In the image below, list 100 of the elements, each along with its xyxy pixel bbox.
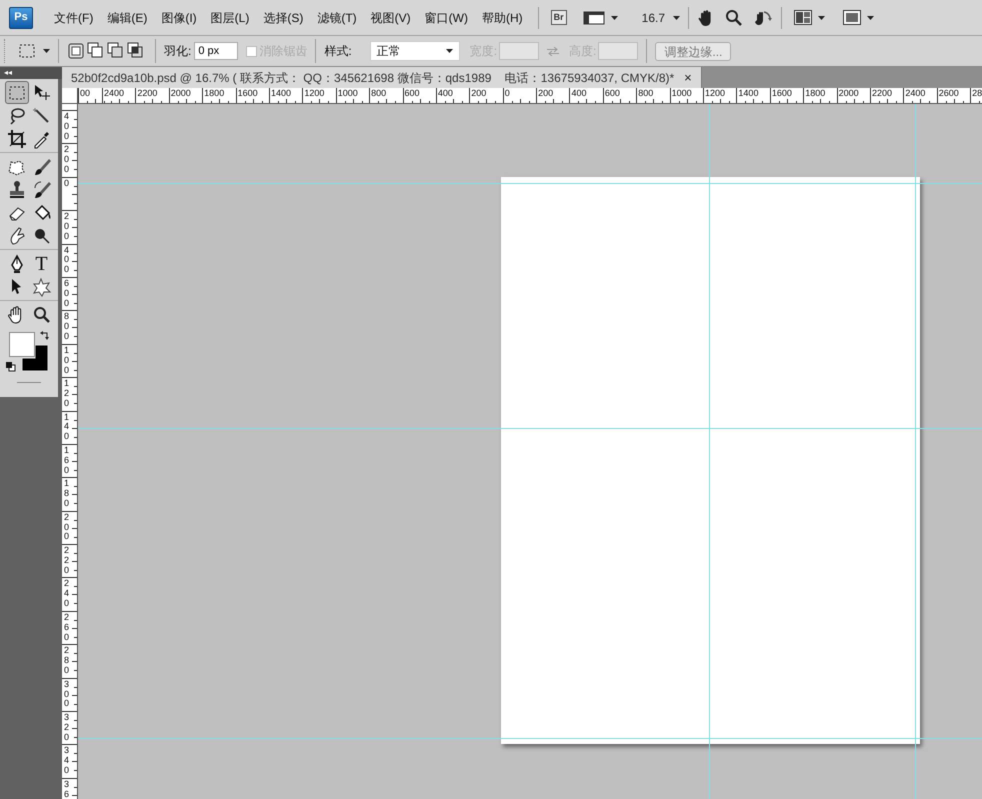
ruler-label: 0 — [64, 178, 70, 189]
caret-icon — [446, 49, 453, 53]
bridge-button[interactable]: Br — [550, 10, 567, 25]
ruler-label: 400 — [64, 246, 70, 276]
ruler-label: 0 — [504, 88, 510, 98]
background-color-swatch[interactable] — [22, 345, 48, 371]
marquee-tool[interactable] — [5, 81, 29, 104]
menu-item[interactable]: 视图(V) — [364, 6, 418, 28]
ruler-label: 140 — [64, 412, 70, 442]
ruler-label: 2400 — [104, 88, 124, 98]
caret-icon — [818, 16, 826, 20]
collapse-panel-button[interactable]: ◂◂ — [4, 69, 12, 77]
rotate-hand-icon[interactable] — [753, 8, 774, 26]
menu-item[interactable]: 滤镜(T) — [310, 6, 364, 28]
add-selection-icon[interactable] — [87, 42, 105, 60]
menu-item[interactable]: 文件(F) — [47, 6, 100, 28]
ruler-label: 1400 — [738, 88, 758, 98]
menu-item[interactable]: 图像(I) — [154, 6, 204, 28]
history-brush-icon — [32, 180, 52, 200]
ruler-label: 2200 — [872, 88, 892, 98]
ruler-label: 320 — [64, 713, 70, 743]
subtract-selection-icon[interactable] — [107, 42, 125, 60]
ruler-label: 400 — [438, 88, 453, 98]
new-selection-icon[interactable] — [67, 42, 85, 60]
ruler-label: 800 — [371, 88, 386, 98]
ruler-label: 2200 — [137, 88, 158, 98]
layout-icon — [794, 10, 812, 25]
ruler-label: 180 — [64, 479, 70, 509]
ruler-label: 2000 — [170, 88, 191, 98]
foreground-color-swatch[interactable] — [9, 332, 35, 357]
ruler-label: 200 — [64, 512, 70, 542]
screen-mode-icon — [843, 10, 862, 25]
ruler-label: 1800 — [204, 88, 224, 98]
crop-tool[interactable] — [5, 127, 29, 150]
tab-close-button[interactable]: × — [684, 71, 692, 84]
style-label: 样式: — [324, 43, 352, 60]
menu-item[interactable]: 帮助(H) — [474, 6, 530, 28]
feather-input[interactable]: 0 px — [194, 42, 238, 60]
ruler-label: 200 — [471, 88, 486, 98]
screen-mode-button[interactable] — [843, 10, 874, 25]
ruler-label: 220 — [64, 546, 70, 576]
app-logo: Ps — [9, 6, 33, 28]
ruler-label: 100 — [64, 346, 70, 376]
ruler-label: 1600 — [772, 88, 792, 98]
arrange-documents-button[interactable] — [794, 10, 826, 25]
caret-icon — [673, 16, 680, 20]
ruler-label: 36 — [64, 780, 70, 799]
clone-stamp-icon — [7, 180, 27, 200]
ruler-label: 800 — [64, 312, 70, 342]
style-dropdown[interactable]: 正常 — [370, 41, 460, 61]
ruler-label: 200 — [64, 212, 70, 242]
ruler-label: 280 — [64, 646, 70, 676]
zoom-icon — [32, 304, 52, 324]
ruler-label: 1800 — [805, 88, 826, 98]
ruler-label: 300 — [64, 680, 70, 710]
ruler-label: 600 — [604, 88, 620, 98]
ruler-label: 200 — [538, 88, 554, 98]
ruler-label: 00 — [80, 88, 90, 98]
intersect-selection-icon[interactable] — [127, 42, 145, 60]
magic-wand-icon — [32, 106, 52, 126]
ruler-label: 120 — [64, 379, 70, 409]
tool-preset-picker[interactable] — [19, 44, 50, 58]
ruler-label: 1400 — [270, 88, 291, 98]
ruler-label: 340 — [64, 746, 70, 776]
ruler-label: 160 — [64, 446, 70, 476]
caret-icon — [867, 16, 874, 20]
ruler-label: 600 — [404, 88, 420, 98]
zoom-dropdown[interactable]: 16.7 — [642, 8, 680, 26]
custom-shape-icon — [32, 276, 52, 296]
feather-label: 羽化: — [164, 43, 192, 60]
caret-icon — [610, 16, 618, 20]
ruler-label: 400 — [571, 88, 586, 98]
menu-item[interactable]: 编辑(E) — [100, 6, 154, 28]
menu-item[interactable]: 图层(L) — [204, 6, 256, 28]
ruler-label: 240 — [64, 579, 70, 610]
ruler-label: 800 — [638, 88, 654, 98]
ruler-label: 1200 — [705, 88, 726, 98]
caret-icon — [43, 49, 50, 53]
ruler-label: 1000 — [672, 88, 692, 98]
ruler-label: 1000 — [338, 88, 358, 98]
ruler-label: 2400 — [905, 88, 926, 98]
crop-icon — [7, 128, 27, 148]
type-tool[interactable]: T — [30, 252, 54, 275]
document-tab[interactable]: 52b0f2cd9a10b.psd @ 16.7% ( 联系方式： QQ：345621698 微信号：qds1989 电话：13675934037, CMYK/8)* × — [62, 67, 702, 88]
swap-colors-icon[interactable] — [40, 330, 50, 340]
menu-item[interactable]: 选择(S) — [256, 6, 310, 28]
search-icon[interactable] — [725, 8, 744, 26]
ruler-label: 400 — [64, 112, 70, 142]
marquee-icon — [19, 44, 35, 58]
ruler-label: 260 — [64, 612, 70, 643]
menu-item[interactable]: 窗口(W) — [418, 6, 475, 28]
refine-edge-button[interactable]: 调整边缘... — [655, 42, 732, 60]
ruler-label: 600 — [64, 278, 70, 309]
ruler-label: 28 — [972, 88, 982, 98]
ruler-label: 2600 — [938, 88, 959, 98]
ruler-label: 1200 — [304, 88, 324, 98]
ruler-label: 200 — [64, 145, 70, 176]
ruler-label: 2000 — [838, 88, 859, 98]
default-colors-icon[interactable] — [6, 362, 16, 372]
view-extras-button[interactable] — [582, 10, 618, 24]
